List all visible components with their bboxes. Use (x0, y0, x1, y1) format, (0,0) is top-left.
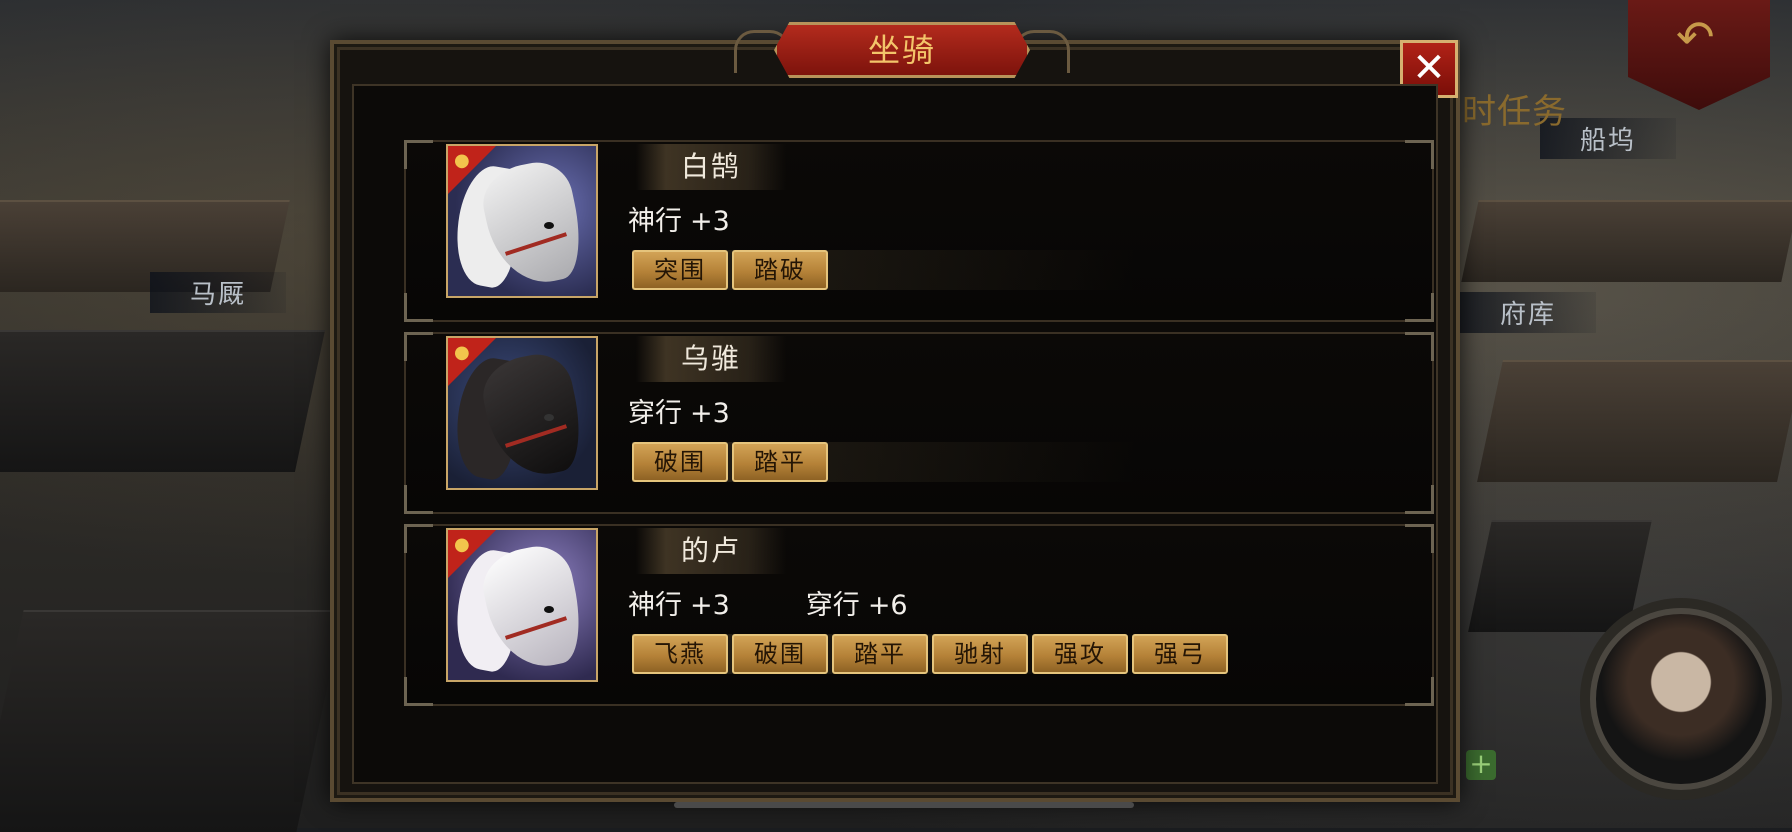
mount-skills: 破围 踏平 (632, 442, 1352, 482)
stat-value: +6 (867, 590, 908, 621)
stat: 神行 +3 (628, 588, 730, 624)
row-corner-ornament (404, 524, 433, 553)
background-roof (0, 330, 326, 472)
dialog-title-bar: 坐骑 (774, 22, 1030, 78)
row-corner-ornament (1405, 332, 1434, 361)
dock-label-text: 船坞 (1580, 126, 1637, 156)
return-arrow-icon: ↶ (1676, 10, 1715, 64)
row-corner-ornament (1405, 524, 1434, 553)
mount-name: 的卢 (680, 534, 741, 567)
stat-value: +3 (690, 206, 730, 237)
row-corner-ornament (404, 332, 433, 361)
mount-name: 白鹄 (680, 150, 741, 183)
skill-button[interactable]: 踏平 (832, 634, 928, 674)
plus-icon[interactable]: + (1466, 750, 1496, 780)
horse-eye (544, 414, 554, 421)
timed-quest-label[interactable]: 时任务 (1462, 84, 1567, 133)
dialog-title: 坐骑 (867, 31, 936, 69)
row-corner-ornament (404, 485, 433, 514)
mount-stats: 神行 +3 (628, 204, 806, 240)
background-roof (1477, 360, 1792, 482)
stat-label: 穿行 (628, 398, 682, 429)
row-corner-ornament (1405, 293, 1434, 322)
skill-button[interactable]: 强攻 (1032, 634, 1128, 674)
mount-skills: 突围 踏破 (632, 250, 1352, 290)
row-corner-ornament (1405, 140, 1434, 169)
stable-label[interactable]: 马厩 (150, 272, 287, 313)
horse-eye (544, 606, 554, 613)
row-corner-ornament (1405, 677, 1434, 706)
skill-button[interactable]: 飞燕 (632, 634, 728, 674)
mount-name-plate: 乌骓 (636, 336, 786, 382)
stat-label: 神行 (628, 206, 682, 237)
skill-button[interactable]: 踏破 (732, 250, 828, 290)
mount-name-plate: 白鹄 (636, 144, 786, 190)
mount-skills: 飞燕 破围 踏平 驰射 强攻 强弓 (632, 634, 1352, 674)
person-icon: ● (454, 534, 470, 555)
mount-portrait[interactable]: ● (446, 144, 598, 298)
row-corner-ornament (404, 677, 433, 706)
mount-portrait[interactable]: ● (446, 528, 598, 682)
skill-button[interactable]: 驰射 (932, 634, 1028, 674)
skill-button[interactable]: 破围 (632, 442, 728, 482)
mount-stats: 穿行 +3 (628, 396, 806, 432)
person-icon: ● (454, 150, 470, 171)
background-roof (1461, 200, 1792, 282)
skill-button[interactable]: 破围 (732, 634, 828, 674)
person-icon: ● (454, 342, 470, 363)
row-corner-ornament (404, 293, 433, 322)
mount-list[interactable]: ● 白鹄 神行 +3 突围 踏破 ● 乌骓 穿行 +3 破围 踏平 ● 的卢 神… (352, 84, 1438, 784)
background-roof (1468, 520, 1652, 632)
horse-eye (544, 222, 554, 229)
skill-button[interactable]: 踏平 (732, 442, 828, 482)
background-roof (0, 610, 344, 832)
mount-row[interactable]: ● 白鹄 神行 +3 突围 踏破 (404, 140, 1434, 322)
row-corner-ornament (404, 140, 433, 169)
treasury-label-text: 府库 (1500, 300, 1557, 330)
stat-label: 穿行 (805, 590, 860, 621)
skill-button[interactable]: 强弓 (1132, 634, 1228, 674)
player-avatar[interactable] (1590, 608, 1772, 790)
mount-row[interactable]: ● 的卢 神行 +3 穿行 +6 飞燕 破围 踏平 驰射 强攻 强弓 (404, 524, 1434, 706)
mount-row[interactable]: ● 乌骓 穿行 +3 破围 踏平 (404, 332, 1434, 514)
mount-stats: 神行 +3 穿行 +6 (628, 588, 984, 624)
stat: 穿行 +3 (628, 396, 730, 432)
scroll-indicator[interactable] (674, 802, 1134, 808)
mount-name-plate: 的卢 (636, 528, 786, 574)
stat-value: +3 (690, 398, 730, 429)
mount-dialog: 坐骑 ✕ ● 白鹄 神行 +3 突围 踏破 ● 乌骓 穿行 +3 破围 踏平 ●… (330, 22, 1460, 808)
row-corner-ornament (1405, 485, 1434, 514)
mount-portrait[interactable]: ● (446, 336, 598, 490)
stat-value: +3 (690, 590, 730, 621)
stat: 穿行 +6 (806, 588, 908, 624)
mount-name: 乌骓 (680, 342, 741, 375)
treasury-label[interactable]: 府库 (1460, 292, 1597, 333)
stat: 神行 +3 (628, 204, 730, 240)
stable-label-text: 马厩 (190, 280, 247, 310)
return-button[interactable]: ↶ (1628, 0, 1770, 110)
skill-button[interactable]: 突围 (632, 250, 728, 290)
stat-label: 神行 (628, 590, 682, 621)
